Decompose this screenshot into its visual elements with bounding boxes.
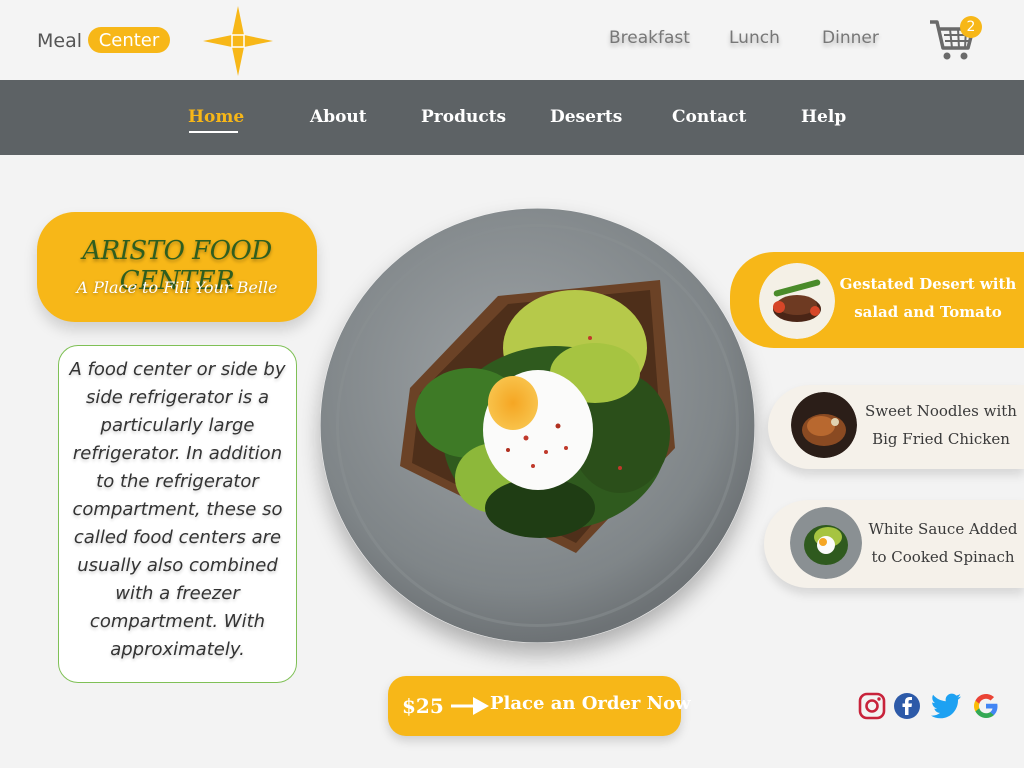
logo-text-meal: Meal	[37, 30, 83, 52]
featured-text-3: White Sauce Added to Cooked Spinach	[864, 515, 1022, 571]
featured-3-line1: White Sauce Added	[868, 520, 1018, 538]
featured-image-2	[791, 392, 857, 458]
star-logo-icon	[203, 6, 273, 76]
nav-home[interactable]: Home	[188, 107, 244, 127]
featured-2-line1: Sweet Noodles with	[865, 402, 1017, 420]
nav-deserts[interactable]: Deserts	[550, 107, 622, 127]
cart-count-badge: 2	[960, 16, 982, 38]
nav-contact[interactable]: Contact	[672, 107, 746, 127]
facebook-icon[interactable]	[893, 692, 921, 720]
nav-active-underline	[189, 131, 238, 133]
featured-text-2: Sweet Noodles with Big Fried Chicken	[860, 397, 1022, 453]
main-navbar	[0, 80, 1024, 155]
featured-image-3	[790, 507, 862, 579]
featured-2-line2: Big Fried Chicken	[872, 430, 1010, 448]
featured-image-1	[759, 263, 835, 339]
order-label: Place an Order Now	[490, 693, 691, 714]
instagram-icon[interactable]	[858, 692, 886, 720]
description-text: A food center or side by side refrigerat…	[69, 359, 286, 660]
featured-3-line2: to Cooked Spinach	[871, 548, 1015, 566]
food-plate-image	[320, 208, 755, 643]
nav-products[interactable]: Products	[421, 107, 506, 127]
topnav-lunch[interactable]: Lunch	[729, 28, 780, 48]
logo-badge-center: Center	[88, 27, 170, 53]
nav-help[interactable]: Help	[801, 107, 846, 127]
featured-text-1: Gestated Desert with salad and Tomato	[836, 270, 1020, 326]
brand-subtitle: A Place to Fill Your Belle	[76, 278, 278, 297]
topnav-dinner[interactable]: Dinner	[822, 28, 879, 48]
nav-about[interactable]: About	[310, 107, 367, 127]
order-price: $25	[402, 694, 444, 718]
featured-1-line1: Gestated Desert with	[839, 275, 1017, 293]
topnav-breakfast[interactable]: Breakfast	[609, 28, 690, 48]
google-icon[interactable]	[972, 692, 1000, 720]
featured-1-line2: salad and Tomato	[854, 303, 1002, 321]
twitter-icon[interactable]	[930, 692, 962, 720]
arrow-right-icon	[451, 697, 489, 715]
